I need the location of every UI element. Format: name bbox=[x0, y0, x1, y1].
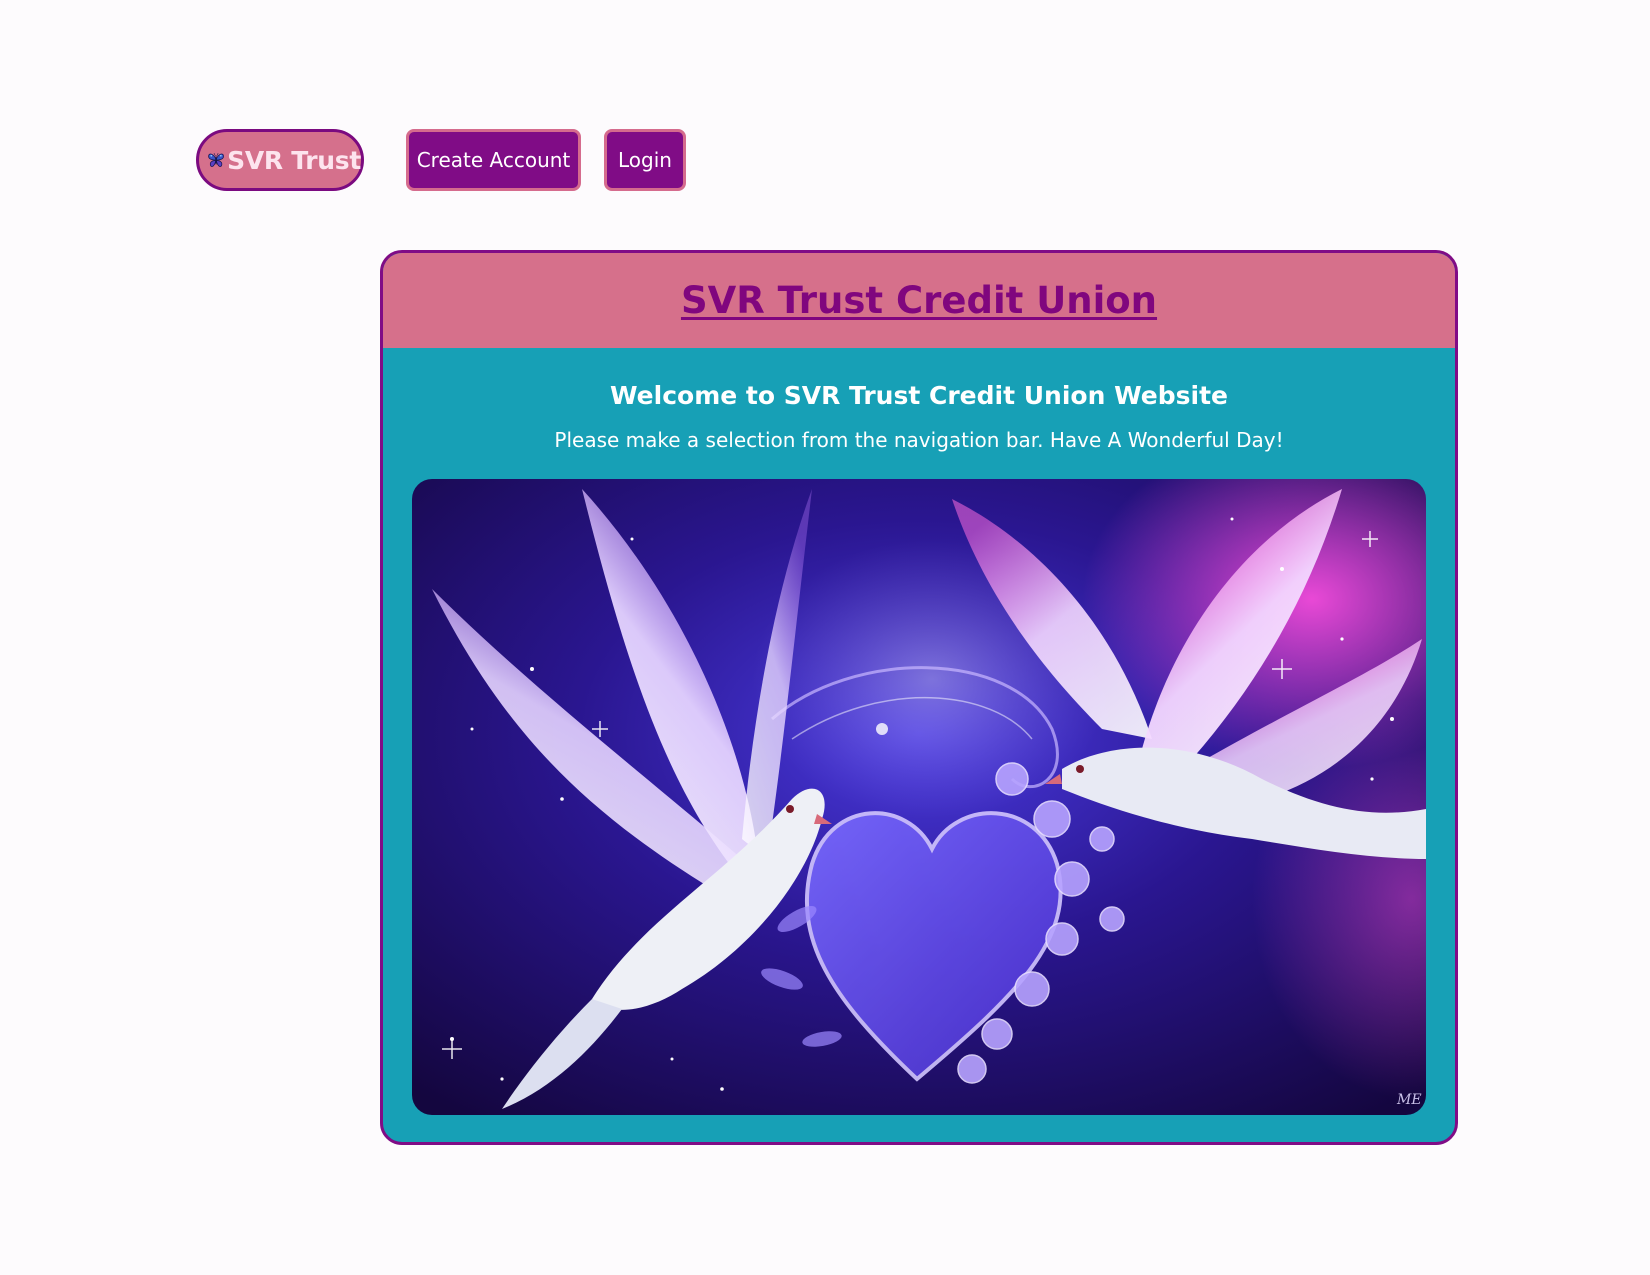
hero-signature: ME bbox=[1396, 1092, 1422, 1108]
card-header: SVR Trust Credit Union bbox=[383, 253, 1455, 348]
welcome-subtitle: Please make a selection from the navigat… bbox=[554, 428, 1284, 452]
doves-heart-image: ME bbox=[412, 479, 1426, 1115]
brand-home-button[interactable]: SVR Trust bbox=[196, 129, 364, 191]
login-button[interactable]: Login bbox=[604, 129, 686, 191]
card-body: Welcome to SVR Trust Credit Union Websit… bbox=[383, 348, 1455, 452]
page-title: SVR Trust Credit Union bbox=[680, 279, 1158, 322]
welcome-card: SVR Trust Credit Union Welcome to SVR Tr… bbox=[380, 250, 1458, 1145]
butterfly-icon bbox=[208, 152, 224, 167]
welcome-heading: Welcome to SVR Trust Credit Union Websit… bbox=[609, 381, 1228, 410]
brand-label: SVR Trust bbox=[227, 145, 361, 175]
top-nav: SVR Trust Create Account Login bbox=[196, 129, 686, 191]
create-account-button[interactable]: Create Account bbox=[406, 129, 581, 191]
